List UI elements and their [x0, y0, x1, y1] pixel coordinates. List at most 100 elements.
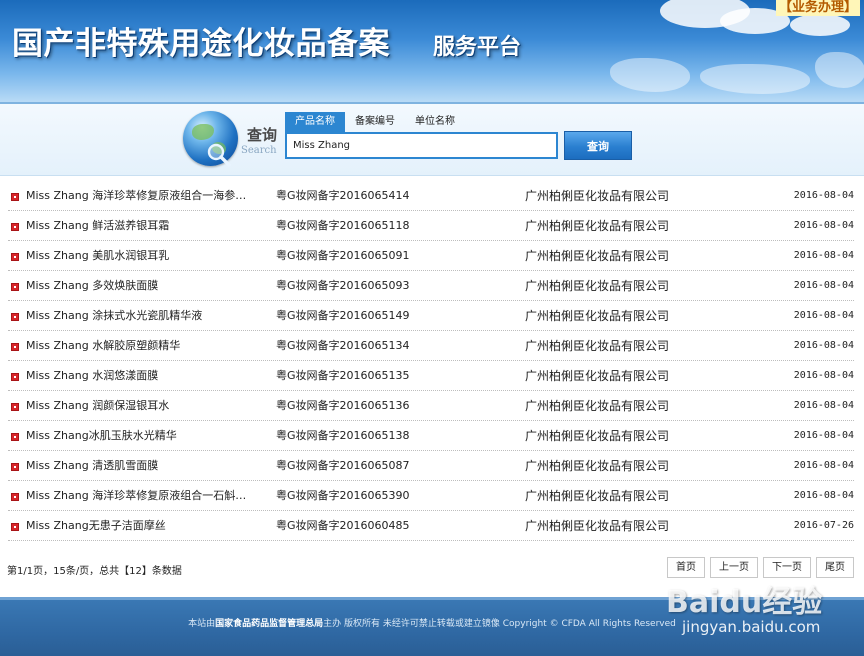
- header-banner: 国产非特殊用途化妆品备案 服务平台 【业务办理】: [0, 0, 864, 102]
- record-number: 粤G妆网备字2016065390: [276, 489, 410, 502]
- company-name: 广州柏俐臣化妆品有限公司: [525, 279, 670, 293]
- product-name-link[interactable]: Miss Zhang 清透肌雪面膜: [26, 451, 272, 481]
- company-name: 广州柏俐臣化妆品有限公司: [525, 459, 670, 473]
- baidu-watermark-logo: Baidu经验: [666, 585, 823, 620]
- record-number: 粤G妆网备字2016065091: [276, 249, 410, 262]
- record-number: 粤G妆网备字2016065134: [276, 339, 410, 352]
- table-row[interactable]: Miss Zhang 润颜保湿银耳水 粤G妆网备字2016065136 广州柏俐…: [8, 391, 854, 421]
- product-name-link[interactable]: Miss Zhang冰肌玉肤水光精华: [26, 421, 272, 451]
- table-row[interactable]: Miss Zhang 鲜活滋养银耳霜 粤G妆网备字2016065118 广州柏俐…: [8, 211, 854, 241]
- record-number: 粤G妆网备字2016065138: [276, 429, 410, 442]
- world-map-decoration: [700, 64, 810, 94]
- table-row[interactable]: Miss Zhang 清透肌雪面膜 粤G妆网备字2016065087 广州柏俐臣…: [8, 451, 854, 481]
- search-label: 查询: [247, 126, 278, 144]
- bullet-icon: [11, 403, 19, 411]
- search-input[interactable]: [285, 132, 558, 159]
- bullet-icon: [11, 193, 19, 201]
- company-name: 广州柏俐臣化妆品有限公司: [525, 429, 670, 443]
- company-name: 广州柏俐臣化妆品有限公司: [525, 189, 670, 203]
- bullet-icon: [11, 283, 19, 291]
- record-date: 2016-08-04: [793, 310, 854, 321]
- table-row[interactable]: Miss Zhang无患子洁面摩丝 粤G妆网备字2016060485 广州柏俐臣…: [8, 511, 854, 541]
- record-date: 2016-07-26: [793, 520, 854, 531]
- bullet-icon: [11, 343, 19, 351]
- bullet-icon: [11, 493, 19, 501]
- product-name-link[interactable]: Miss Zhang 水解胶原塑颜精华: [26, 331, 272, 361]
- tab-record-number[interactable]: 备案编号: [345, 112, 405, 132]
- record-number: 粤G妆网备字2016065136: [276, 399, 410, 412]
- company-name: 广州柏俐臣化妆品有限公司: [525, 519, 670, 533]
- copyright-suffix: 主办 版权所有 未经许可禁止转载或建立镜像 Copyright © CFDA A…: [323, 619, 676, 629]
- record-number: 粤G妆网备字2016065093: [276, 279, 410, 292]
- record-number: 粤G妆网备字2016065135: [276, 369, 410, 382]
- search-label-en: Search: [241, 145, 277, 156]
- product-name-link[interactable]: Miss Zhang无患子洁面摩丝: [26, 511, 272, 541]
- cloud-decoration: [790, 14, 850, 36]
- record-date: 2016-08-04: [793, 490, 854, 501]
- bullet-icon: [11, 433, 19, 441]
- table-row[interactable]: Miss Zhang 水润悠漾面膜 粤G妆网备字2016065135 广州柏俐臣…: [8, 361, 854, 391]
- world-map-decoration: [815, 52, 864, 88]
- record-date: 2016-08-04: [793, 370, 854, 381]
- record-date: 2016-08-04: [793, 340, 854, 351]
- bullet-icon: [11, 313, 19, 321]
- table-row[interactable]: Miss Zhang 海洋珍萃修复原液组合一海参… 粤G妆网备字20160654…: [8, 181, 854, 211]
- next-page-button[interactable]: 下一页: [763, 557, 811, 578]
- pager-info: 第1/1页，15条/页，总共【12】条数据: [7, 566, 182, 577]
- baidu-watermark-url: jingyan.baidu.com: [682, 618, 821, 636]
- table-row[interactable]: Miss Zhang 多效焕肤面膜 粤G妆网备字2016065093 广州柏俐臣…: [8, 271, 854, 301]
- bullet-icon: [11, 223, 19, 231]
- product-name-link[interactable]: Miss Zhang 鲜活滋养银耳霜: [26, 211, 272, 241]
- organizer-name: 国家食品药品监督管理总局: [215, 619, 324, 629]
- last-page-button[interactable]: 尾页: [816, 557, 854, 578]
- table-row[interactable]: Miss Zhang 涂抹式水光瓷肌精华液 粤G妆网备字2016065149 广…: [8, 301, 854, 331]
- record-number: 粤G妆网备字2016065118: [276, 219, 410, 232]
- company-name: 广州柏俐臣化妆品有限公司: [525, 339, 670, 353]
- company-name: 广州柏俐臣化妆品有限公司: [525, 309, 670, 323]
- product-name-link[interactable]: Miss Zhang 美肌水润银耳乳: [26, 241, 272, 271]
- site-subtitle: 服务平台: [433, 34, 522, 60]
- company-name: 广州柏俐臣化妆品有限公司: [525, 399, 670, 413]
- tab-company-name[interactable]: 单位名称: [405, 112, 465, 132]
- record-date: 2016-08-04: [793, 400, 854, 411]
- bullet-icon: [11, 463, 19, 471]
- product-name-link[interactable]: Miss Zhang 涂抹式水光瓷肌精华液: [26, 301, 272, 331]
- company-name: 广州柏俐臣化妆品有限公司: [525, 219, 670, 233]
- product-name-link[interactable]: Miss Zhang 润颜保湿银耳水: [26, 391, 272, 421]
- copyright-prefix: 本站由: [188, 619, 216, 629]
- results-list: Miss Zhang 海洋珍萃修复原液组合一海参… 粤G妆网备字20160654…: [0, 181, 864, 541]
- tab-product-name[interactable]: 产品名称: [285, 112, 345, 132]
- company-name: 广州柏俐臣化妆品有限公司: [525, 489, 670, 503]
- company-name: 广州柏俐臣化妆品有限公司: [525, 249, 670, 263]
- product-name-link[interactable]: Miss Zhang 多效焕肤面膜: [26, 271, 272, 301]
- product-name-link[interactable]: Miss Zhang 海洋珍萃修复原液组合一石斛…: [26, 481, 272, 511]
- record-date: 2016-08-04: [793, 190, 854, 201]
- first-page-button[interactable]: 首页: [667, 557, 705, 578]
- record-date: 2016-08-04: [793, 220, 854, 231]
- table-row[interactable]: Miss Zhang冰肌玉肤水光精华 粤G妆网备字2016065138 广州柏俐…: [8, 421, 854, 451]
- bullet-icon: [11, 523, 19, 531]
- record-number: 粤G妆网备字2016065149: [276, 309, 410, 322]
- record-date: 2016-08-04: [793, 280, 854, 291]
- magnifier-icon: [207, 143, 231, 167]
- record-date: 2016-08-04: [793, 430, 854, 441]
- company-name: 广州柏俐臣化妆品有限公司: [525, 369, 670, 383]
- record-date: 2016-08-04: [793, 250, 854, 261]
- table-row[interactable]: Miss Zhang 美肌水润银耳乳 粤G妆网备字2016065091 广州柏俐…: [8, 241, 854, 271]
- record-number: 粤G妆网备字2016060485: [276, 519, 410, 532]
- search-tabs: 产品名称 备案编号 单位名称: [285, 112, 465, 132]
- world-map-decoration: [610, 58, 690, 92]
- table-row[interactable]: Miss Zhang 海洋珍萃修复原液组合一石斛… 粤G妆网备字20160653…: [8, 481, 854, 511]
- product-name-link[interactable]: Miss Zhang 海洋珍萃修复原液组合一海参…: [26, 181, 272, 211]
- search-panel: 查询 Search 产品名称 备案编号 单位名称 查询: [0, 102, 864, 176]
- search-button[interactable]: 查询: [564, 131, 632, 160]
- bullet-icon: [11, 373, 19, 381]
- product-name-link[interactable]: Miss Zhang 水润悠漾面膜: [26, 361, 272, 391]
- prev-page-button[interactable]: 上一页: [710, 557, 758, 578]
- pagination: 首页 上一页 下一页 尾页: [667, 557, 854, 578]
- table-row[interactable]: Miss Zhang 水解胶原塑颜精华 粤G妆网备字2016065134 广州柏…: [8, 331, 854, 361]
- record-date: 2016-08-04: [793, 460, 854, 471]
- business-link[interactable]: 【业务办理】: [775, 0, 860, 16]
- site-title: 国产非特殊用途化妆品备案: [12, 26, 390, 62]
- bullet-icon: [11, 253, 19, 261]
